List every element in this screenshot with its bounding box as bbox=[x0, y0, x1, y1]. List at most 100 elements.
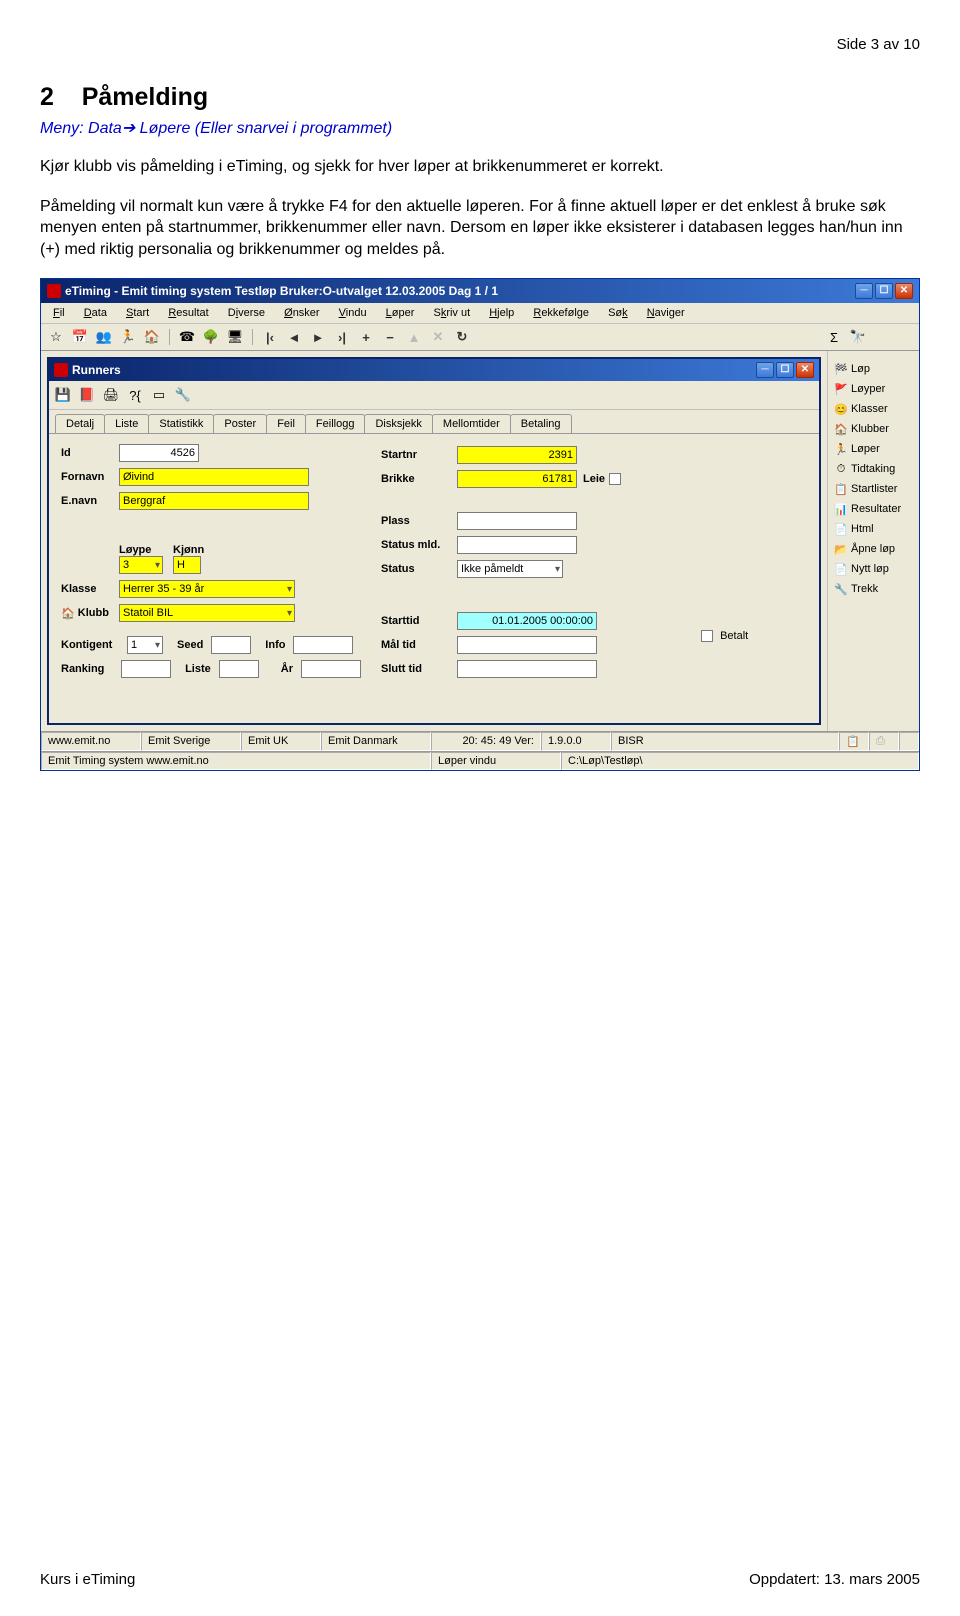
query-icon[interactable]: ?{ bbox=[125, 385, 145, 405]
cancel-icon[interactable]: ✕ bbox=[429, 328, 447, 346]
sidebar-item-klubber[interactable]: 🏠Klubber bbox=[832, 419, 915, 439]
sidebar-item-trekk[interactable]: 🔧Trekk bbox=[832, 579, 915, 599]
calendar-icon[interactable]: 📅 bbox=[71, 328, 89, 346]
id-field[interactable] bbox=[119, 444, 199, 462]
child-maximize-button[interactable]: ☐ bbox=[776, 362, 794, 378]
nav-prev-icon[interactable]: ◄ bbox=[285, 328, 303, 346]
menu-naviger[interactable]: Naviger bbox=[639, 305, 693, 321]
sidebar-item-tidtaking[interactable]: ⏱Tidtaking bbox=[832, 459, 915, 479]
sidebar-item-nyttlop[interactable]: 📄Nytt løp bbox=[832, 559, 915, 579]
menu-vindu[interactable]: Vindu bbox=[331, 305, 375, 321]
seed-field[interactable] bbox=[211, 636, 251, 654]
ranking-field[interactable] bbox=[121, 660, 171, 678]
status-ver: 1.9.0.0 bbox=[541, 732, 611, 751]
menu-onsker[interactable]: Ønsker bbox=[276, 305, 327, 321]
runner-icon[interactable]: 🏃 bbox=[119, 328, 137, 346]
kjonn-label: Kjønn bbox=[173, 544, 204, 556]
apnelop-icon: 📂 bbox=[834, 542, 848, 556]
tab-liste[interactable]: Liste bbox=[104, 414, 149, 433]
startnr-field[interactable] bbox=[457, 446, 577, 464]
screen-icon[interactable]: 🖥 bbox=[226, 328, 244, 346]
child-close-button[interactable]: ✕ bbox=[796, 362, 814, 378]
people-icon[interactable]: 👥 bbox=[95, 328, 113, 346]
add-icon[interactable]: + bbox=[357, 328, 375, 346]
tab-feillogg[interactable]: Feillogg bbox=[305, 414, 366, 433]
liste-label: Liste bbox=[185, 663, 211, 675]
menu-diverse[interactable]: Diverse bbox=[220, 305, 273, 321]
klasse-dropdown[interactable]: Herrer 35 - 39 år bbox=[119, 580, 295, 598]
main-toolbar: ☆ 📅 👥 🏃 🏠 ☎ 🌳 🖥 |‹ ◄ ► ›| + − ▲ ✕ ↻ Σ 🔭 bbox=[41, 324, 919, 351]
info-field[interactable] bbox=[293, 636, 353, 654]
refresh-icon[interactable]: ↻ bbox=[453, 328, 471, 346]
menu-sok[interactable]: Søk bbox=[600, 305, 636, 321]
house-icon[interactable]: 🏠 bbox=[143, 328, 161, 346]
maltid-label: Mål tid bbox=[381, 639, 457, 651]
statusmld-field[interactable] bbox=[457, 536, 577, 554]
betalt-checkbox[interactable] bbox=[701, 630, 713, 642]
nav-first-icon[interactable]: |‹ bbox=[261, 328, 279, 346]
leie-checkbox[interactable] bbox=[609, 473, 621, 485]
menu-data[interactable]: Data bbox=[76, 305, 115, 321]
kontigent-dropdown[interactable]: 1 bbox=[127, 636, 163, 654]
nav-next-icon[interactable]: ► bbox=[309, 328, 327, 346]
html-icon: 📄 bbox=[834, 522, 848, 536]
remove-icon[interactable]: − bbox=[381, 328, 399, 346]
child-minimize-button[interactable]: ─ bbox=[756, 362, 774, 378]
menu-fil[interactable]: Fil bbox=[45, 305, 73, 321]
tab-feil[interactable]: Feil bbox=[266, 414, 306, 433]
sidebar-item-lop[interactable]: 🏁Løp bbox=[832, 359, 915, 379]
menu-rekkefolge[interactable]: Rekkefølge bbox=[525, 305, 597, 321]
up-icon[interactable]: ▲ bbox=[405, 328, 423, 346]
plass-field[interactable] bbox=[457, 512, 577, 530]
fornavn-label: Fornavn bbox=[61, 471, 119, 483]
sidebar-item-resultater[interactable]: 📊Resultater bbox=[832, 499, 915, 519]
menu-skrivut[interactable]: Skriv ut bbox=[425, 305, 478, 321]
maximize-button[interactable]: ☐ bbox=[875, 283, 893, 299]
loype-dropdown[interactable]: 3 bbox=[119, 556, 163, 574]
nav-last-icon[interactable]: ›| bbox=[333, 328, 351, 346]
tab-poster[interactable]: Poster bbox=[213, 414, 267, 433]
sidebar-item-apnelop[interactable]: 📂Åpne løp bbox=[832, 539, 915, 559]
ar-field[interactable] bbox=[301, 660, 361, 678]
tab-statistikk[interactable]: Statistikk bbox=[148, 414, 214, 433]
sum-icon[interactable]: Σ bbox=[825, 328, 843, 346]
phone-icon[interactable]: ☎ bbox=[178, 328, 196, 346]
menu-resultat[interactable]: Resultat bbox=[160, 305, 216, 321]
klubb-dropdown[interactable]: Statoil BIL bbox=[119, 604, 295, 622]
tab-detalj[interactable]: Detalj bbox=[55, 414, 105, 433]
brikke-field[interactable] bbox=[457, 470, 577, 488]
liste-field[interactable] bbox=[219, 660, 259, 678]
toolbar-icon[interactable]: ☆ bbox=[47, 328, 65, 346]
tab-betaling[interactable]: Betaling bbox=[510, 414, 572, 433]
slutttid-field[interactable] bbox=[457, 660, 597, 678]
status-dropdown[interactable]: Ikke påmeldt bbox=[457, 560, 563, 578]
fornavn-field[interactable] bbox=[119, 468, 309, 486]
statusbar-2: Emit Timing system www.emit.no Løper vin… bbox=[41, 751, 919, 770]
print-icon[interactable]: 🖨 bbox=[101, 385, 121, 405]
sidebar-item-loper[interactable]: 🏃Løper bbox=[832, 439, 915, 459]
tab-mellomtider[interactable]: Mellomtider bbox=[432, 414, 511, 433]
tree-icon[interactable]: 🌳 bbox=[202, 328, 220, 346]
flag-icon[interactable]: 📕 bbox=[77, 385, 97, 405]
sidebar-item-loyper[interactable]: 🚩Løyper bbox=[832, 379, 915, 399]
menu-hjelp[interactable]: Hjelp bbox=[481, 305, 522, 321]
tab-disksjekk[interactable]: Disksjekk bbox=[364, 414, 432, 433]
kontigent-label: Kontigent bbox=[61, 639, 119, 651]
enavn-field[interactable] bbox=[119, 492, 309, 510]
trekk-icon: 🔧 bbox=[834, 582, 848, 596]
sidebar-item-klasser[interactable]: 😊Klasser bbox=[832, 399, 915, 419]
tool-icon[interactable]: 🔧 bbox=[173, 385, 193, 405]
card-icon[interactable]: ▭ bbox=[149, 385, 169, 405]
close-button[interactable]: ✕ bbox=[895, 283, 913, 299]
kjonn-field[interactable] bbox=[173, 556, 201, 574]
starttid-field[interactable] bbox=[457, 612, 597, 630]
sidebar-item-html[interactable]: 📄Html bbox=[832, 519, 915, 539]
binoculars-icon[interactable]: 🔭 bbox=[849, 328, 867, 346]
save-icon[interactable]: 💾 bbox=[53, 385, 73, 405]
sidebar-item-startlister[interactable]: 📋Startlister bbox=[832, 479, 915, 499]
menu-start[interactable]: Start bbox=[118, 305, 157, 321]
maltid-field[interactable] bbox=[457, 636, 597, 654]
runners-window: Runners ─ ☐ ✕ 💾 📕 🖨 ?{ ▭ bbox=[47, 357, 821, 725]
menu-loper[interactable]: Løper bbox=[378, 305, 423, 321]
minimize-button[interactable]: ─ bbox=[855, 283, 873, 299]
